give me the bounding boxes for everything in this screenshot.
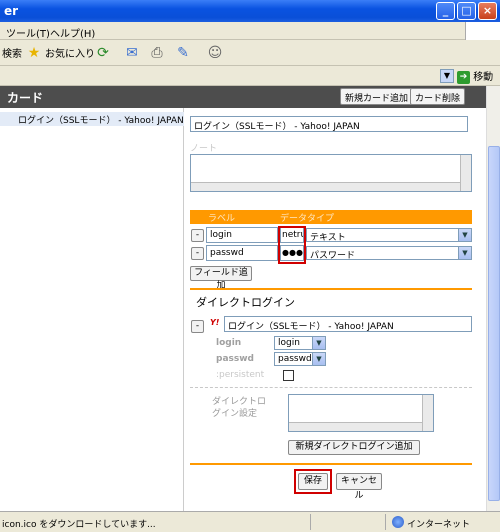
page-content: カード 新規カード追加 カード削除 ログイン（SSLモード） - Yahoo! … (0, 86, 486, 511)
note-hscroll[interactable] (191, 182, 460, 191)
column-datatype: データタイプ (280, 214, 335, 224)
persistent-label: :persistent (216, 370, 265, 380)
browser-toolbar: 検索 ★ お気に入り ⟳ ✉ ⎙ ✎ ☺ (0, 40, 500, 66)
mail-icon[interactable]: ✉ (122, 43, 142, 63)
settings-vscroll[interactable] (422, 395, 433, 431)
chevron-down-icon: ▼ (312, 353, 325, 365)
field-label-input[interactable]: login (206, 227, 278, 243)
settings-hscroll[interactable] (289, 422, 422, 431)
status-bar: icon.ico をダウンロードしています... インターネット (0, 511, 500, 532)
yahoo-favicon-icon: Y! (210, 318, 220, 327)
card-header: カード 新規カード追加 カード削除 (0, 86, 486, 108)
page-scrollbar[interactable] (486, 86, 500, 511)
param-select[interactable]: passwd ▼ (274, 352, 326, 366)
print-icon[interactable]: ⎙ (147, 43, 167, 63)
status-separator (310, 514, 311, 530)
menu-tools[interactable]: ツール(T) (6, 25, 50, 40)
new-card-button[interactable]: 新規カード追加 (340, 88, 414, 105)
card-list: ログイン（SSLモード） - Yahoo! JAPAN (0, 108, 184, 511)
card-editor: ログイン（SSLモード） - Yahoo! JAPAN ノート ラベル データタ… (186, 108, 486, 511)
note-label: ノート (190, 144, 218, 154)
address-bar: ▼ ➔ 移動 (0, 66, 500, 86)
chevron-down-icon: ▼ (312, 337, 325, 349)
edit-icon[interactable]: ✎ (173, 43, 193, 63)
section-divider (190, 288, 472, 290)
field-label-input[interactable]: passwd (206, 245, 278, 261)
direct-login-settings-label-2: グイン設定 (212, 409, 258, 419)
status-text: icon.ico をダウンロードしています... (2, 520, 156, 530)
param-name: passwd (216, 354, 254, 364)
direct-login-settings-textarea[interactable] (288, 394, 434, 432)
chevron-down-icon: ▼ (458, 247, 471, 259)
internet-zone-icon (392, 516, 404, 528)
remove-field-button[interactable]: - (191, 247, 204, 260)
highlight-box (278, 226, 306, 264)
menu-help[interactable]: ヘルプ(H) (50, 25, 95, 40)
search-button[interactable]: 検索 (2, 45, 22, 60)
dotted-divider (190, 387, 472, 388)
close-button[interactable]: × (478, 2, 497, 20)
card-header-title: カード (7, 91, 44, 105)
chevron-down-icon: ▼ (458, 229, 471, 241)
messenger-icon[interactable]: ☺ (205, 43, 225, 63)
param-name: login (216, 338, 242, 348)
window-titlebar: er _ □ × (0, 0, 500, 22)
window-title: er (4, 4, 19, 18)
favorites-star-icon[interactable]: ★ (24, 43, 44, 63)
add-field-button[interactable]: フィールド追加 (190, 266, 252, 291)
highlight-box (294, 469, 332, 494)
menu-bar: ツール(T) ヘルプ(H) (0, 22, 500, 40)
param-select-value: passwd (278, 354, 312, 364)
go-label: 移動 (473, 72, 494, 83)
field-table-header: ラベル データタイプ (190, 210, 472, 224)
security-zone: インターネット (407, 520, 471, 530)
remove-direct-login-button[interactable]: - (191, 320, 204, 333)
card-list-item[interactable]: ログイン（SSLモード） - Yahoo! JAPAN (0, 112, 184, 126)
minimize-button[interactable]: _ (436, 2, 455, 20)
field-type-select[interactable]: テキスト ▼ (306, 228, 472, 243)
param-select[interactable]: login ▼ (274, 336, 326, 350)
favorites-button[interactable]: お気に入り (45, 45, 95, 60)
field-type-select[interactable]: パスワード ▼ (306, 246, 472, 261)
note-textarea[interactable] (190, 154, 472, 192)
field-type-value: パスワード (310, 251, 356, 261)
bottom-divider (190, 463, 472, 465)
go-button[interactable]: ➔ 移動 (457, 68, 497, 84)
direct-login-site-title[interactable]: ログイン（SSLモード） - Yahoo! JAPAN (224, 316, 472, 332)
column-label: ラベル (208, 214, 236, 224)
direct-login-title: ダイレクトログイン (196, 296, 295, 309)
delete-card-button[interactable]: カード削除 (410, 88, 466, 105)
status-separator (385, 514, 386, 530)
note-vscroll[interactable] (460, 155, 471, 191)
remove-field-button[interactable]: - (191, 229, 204, 242)
scrollbar-thumb[interactable] (488, 146, 500, 501)
maximize-button[interactable]: □ (457, 2, 476, 20)
windows-logo-icon (465, 22, 500, 40)
history-icon[interactable]: ⟳ (93, 43, 113, 63)
add-direct-login-button[interactable]: 新規ダイレクトログイン追加 (288, 440, 420, 455)
persistent-checkbox[interactable] (283, 370, 294, 381)
cancel-button[interactable]: キャンセル (336, 473, 382, 501)
card-title-input[interactable]: ログイン（SSLモード） - Yahoo! JAPAN (190, 116, 468, 132)
address-dropdown-icon[interactable]: ▼ (440, 69, 454, 83)
field-type-value: テキスト (310, 233, 346, 243)
param-select-value: login (278, 338, 300, 348)
go-arrow-icon: ➔ (457, 70, 470, 84)
